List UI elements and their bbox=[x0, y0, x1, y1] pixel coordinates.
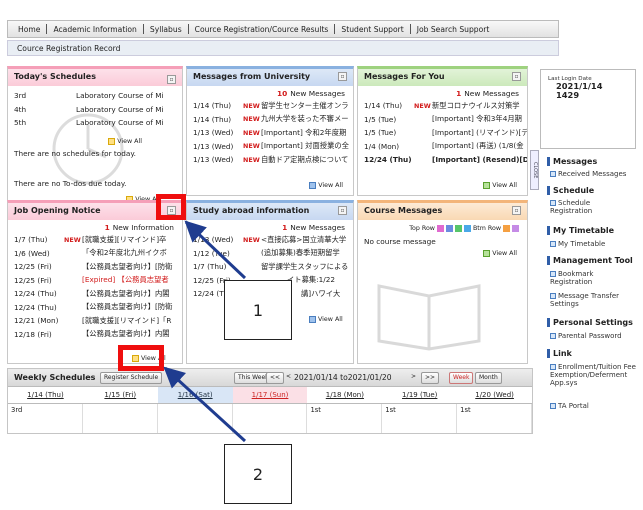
callout-1: 1 bbox=[224, 280, 292, 340]
arrow-1 bbox=[184, 220, 247, 280]
arrow-2 bbox=[163, 366, 247, 443]
callout-2: 2 bbox=[224, 444, 292, 504]
annotation-arrows bbox=[163, 220, 247, 443]
